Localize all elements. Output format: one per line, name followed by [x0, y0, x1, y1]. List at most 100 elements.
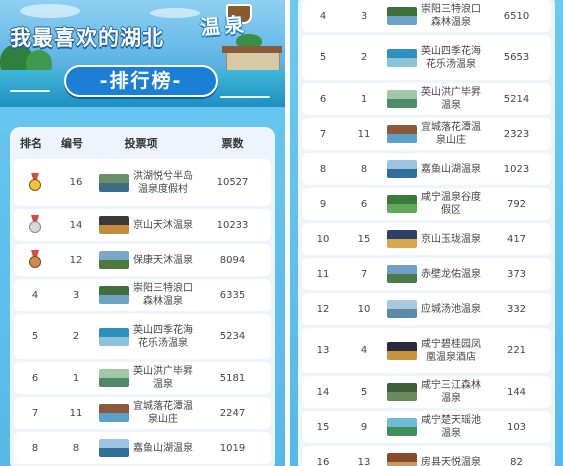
hot-spring-photo [387, 300, 417, 318]
row-id: 1 [72, 372, 80, 384]
table-row[interactable]: 16 13 房县天悦温泉 82 [302, 446, 551, 466]
ranking-table-continued: 4 3 崇阳三特浪口森林温泉 6510 5 2 英山四季花海花乐汤温泉 5653 6 1 英山洪广毕… [298, 0, 555, 466]
row-thumbnail [384, 125, 420, 143]
table-header: 排名 编号 投票项 票数 [10, 127, 275, 159]
header-votes: 票数 [221, 137, 244, 150]
row-id: 13 [357, 456, 371, 466]
table-row[interactable]: 4 3 崇阳三特浪口森林温泉 6335 [14, 279, 271, 311]
row-votes: 144 [506, 386, 527, 398]
table-row[interactable]: 6 1 英山洪广毕昇温泉 5214 [302, 83, 551, 115]
hot-spring-photo [387, 265, 417, 283]
row-name: 英山洪广毕昇温泉 [421, 87, 481, 111]
row-votes: 6335 [219, 289, 246, 301]
table-row[interactable]: 14 5 咸宁三江森林温泉 144 [302, 376, 551, 408]
resort-roof [222, 46, 282, 53]
row-rank: 9 [319, 198, 327, 210]
banner-title-hot-spring: 温泉 [199, 12, 249, 40]
row-name: 英山四季花海花乐汤温泉 [421, 45, 481, 70]
row-thumbnail [96, 286, 132, 304]
table-row[interactable]: 10 15 京山玉珑温泉 417 [302, 223, 551, 255]
row-thumbnail [384, 265, 420, 283]
row-id: 3 [360, 10, 368, 22]
row-votes: 221 [506, 345, 527, 356]
row-thumbnail [384, 418, 420, 436]
table-row[interactable]: 9 6 咸宁温泉谷度假区 792 [302, 188, 551, 220]
header-item: 投票项 [124, 137, 158, 150]
hot-spring-photo [99, 327, 129, 346]
hot-spring-photo [99, 173, 129, 192]
row-name: 崇阳三特浪口森林温泉 [421, 4, 481, 28]
banner-title: 我最喜欢的湖北 [10, 26, 164, 50]
row-name: 咸宁碧桂园凤凰温泉酒店 [421, 338, 481, 363]
table-row[interactable]: 15 9 咸宁楚天瑶池温泉 103 [302, 411, 551, 443]
hot-spring-photo [99, 216, 129, 234]
row-name: 保康天沐温泉 [133, 254, 193, 266]
row-name: 洪湖悦兮半岛温泉度假村 [133, 170, 193, 195]
row-rank: 13 [316, 345, 330, 356]
table-row[interactable]: 6 1 英山洪广毕昇温泉 5181 [14, 362, 271, 394]
row-thumbnail [384, 7, 420, 25]
table-row[interactable]: 12 10 应城汤池温泉 332 [302, 293, 551, 325]
row-name: 咸宁三江森林温泉 [421, 380, 481, 404]
table-row[interactable]: 16 洪湖悦兮半岛温泉度假村 10527 [14, 159, 271, 206]
row-name: 京山玉珑温泉 [421, 233, 481, 245]
cloud [150, 8, 200, 18]
table-row[interactable]: 4 3 崇阳三特浪口森林温泉 6510 [302, 0, 551, 32]
row-thumbnail [384, 195, 420, 213]
row-rank: 11 [316, 268, 330, 280]
table-row[interactable]: 7 11 宜城落花潭温泉山庄 2323 [302, 118, 551, 150]
banner: 我最喜欢的湖北 温泉 -排行榜- [0, 0, 285, 107]
row-name: 宜城落花潭温泉山庄 [421, 122, 481, 146]
row-rank: 4 [319, 10, 327, 22]
row-id: 9 [360, 421, 368, 433]
row-id: 2 [360, 52, 368, 63]
hot-spring-photo [99, 251, 129, 269]
row-id: 11 [69, 407, 83, 419]
table-row[interactable]: 13 4 咸宁碧桂园凤凰温泉酒店 221 [302, 328, 551, 373]
row-id: 14 [69, 219, 83, 231]
row-rank: 8 [319, 163, 327, 175]
row-name: 应城汤池温泉 [421, 303, 481, 315]
wave [10, 90, 50, 92]
table-row[interactable]: 7 11 宜城落花潭温泉山庄 2247 [14, 397, 271, 429]
row-thumbnail [96, 216, 132, 234]
hot-spring-photo [387, 160, 417, 178]
row-votes: 332 [506, 303, 527, 315]
row-id: 10 [357, 303, 371, 315]
hot-spring-photo [387, 383, 417, 401]
gold-medal-icon [28, 172, 42, 193]
row-id: 7 [360, 268, 368, 280]
table-row[interactable]: 5 2 英山四季花海花乐汤温泉 5653 [302, 35, 551, 80]
table-row[interactable]: 8 8 嘉鱼山湖温泉 1019 [14, 432, 271, 464]
ranking-table: 排名 编号 投票项 票数 16 洪湖悦兮半岛温泉度假村 10527 14 京山天沐温泉 1… [10, 127, 275, 466]
row-id: 16 [69, 177, 83, 188]
hot-spring-photo [387, 341, 417, 360]
row-votes: 10233 [216, 219, 249, 231]
row-name: 宜城落花潭温泉山庄 [133, 401, 193, 425]
hot-spring-photo [387, 230, 417, 248]
row-votes: 1019 [219, 442, 246, 454]
row-thumbnail [384, 341, 420, 360]
row-rank: 10 [316, 233, 330, 245]
row-rank: 4 [31, 289, 39, 301]
hot-spring-photo [99, 286, 129, 304]
row-name: 嘉鱼山湖温泉 [421, 163, 481, 175]
row-rank: 5 [319, 52, 327, 63]
hot-spring-photo [99, 404, 129, 422]
table-row[interactable]: 5 2 英山四季花海花乐汤温泉 5234 [14, 314, 271, 359]
row-name: 咸宁温泉谷度假区 [421, 192, 481, 216]
row-thumbnail [96, 369, 132, 387]
row-votes: 1023 [503, 163, 530, 175]
table-row[interactable]: 8 8 嘉鱼山湖温泉 1023 [302, 153, 551, 185]
row-thumbnail [384, 160, 420, 178]
hot-spring-photo [387, 418, 417, 436]
table-row[interactable]: 11 7 赤壁龙佑温泉 373 [302, 258, 551, 290]
hot-spring-photo [387, 125, 417, 143]
row-name: 咸宁楚天瑶池温泉 [421, 415, 481, 439]
row-votes: 5234 [219, 331, 246, 342]
row-thumbnail [384, 48, 420, 67]
row-rank [14, 250, 56, 270]
table-row[interactable]: 12 保康天沐温泉 8094 [14, 244, 271, 276]
row-votes: 2323 [503, 128, 530, 140]
table-row[interactable]: 14 京山天沐温泉 10233 [14, 209, 271, 241]
